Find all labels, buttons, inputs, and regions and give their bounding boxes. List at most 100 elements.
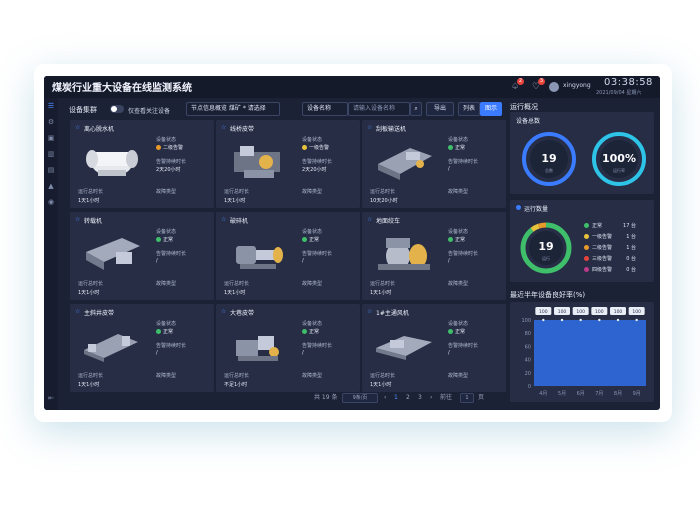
app-window: 煤炭行业重大设备在线监测系统 ♤ 2 ♡ 3 xingyong 03:38:58 2… bbox=[44, 76, 660, 410]
goto-input[interactable]: 1 bbox=[460, 393, 474, 403]
star-icon[interactable]: ☆ bbox=[367, 308, 372, 315]
device-card[interactable]: ☆ 大巷皮带 设备状态 正常 告警持续时长 / 运行总时长 不足1小时 故障类型 bbox=[216, 304, 360, 392]
legend-dot bbox=[584, 256, 589, 261]
device-card[interactable]: ☆ 转载机 设备状态 正常 告警持续时长 / 运行总时长 1天1小时 故障类型 bbox=[70, 212, 214, 300]
data-point bbox=[542, 318, 545, 322]
x-tick-label: 4月 bbox=[539, 391, 547, 397]
status-dot bbox=[156, 329, 161, 334]
run-time-value: 1天1小时 bbox=[78, 290, 100, 296]
legend-label: 正常 bbox=[592, 223, 603, 229]
status-value: 二级告警 bbox=[156, 144, 183, 151]
alarm-duration-value: 2天20小时 bbox=[156, 167, 181, 173]
status-value: 正常 bbox=[156, 236, 173, 243]
status-value: 正常 bbox=[302, 328, 319, 335]
layers-icon[interactable]: ☰ bbox=[47, 102, 55, 110]
star-icon[interactable]: ☆ bbox=[75, 216, 80, 223]
settings-icon[interactable]: ⚙ bbox=[47, 118, 55, 126]
bell-icon[interactable]: ♤ 2 bbox=[510, 78, 524, 93]
device-card[interactable]: ☆ 主斜井皮带 设备状态 正常 告警持续时长 / 运行总时长 1天1小时 故障类型 bbox=[70, 304, 214, 392]
warning-icon[interactable]: ▲ bbox=[47, 182, 55, 190]
star-icon[interactable]: ☆ bbox=[75, 124, 80, 131]
page-3[interactable]: 3 bbox=[418, 392, 422, 404]
alarm-duration-value: 2天20小时 bbox=[302, 167, 327, 173]
y-tick-label: 40 bbox=[525, 358, 531, 364]
username[interactable]: xingyong bbox=[563, 82, 591, 89]
view-list-button[interactable]: 列表 bbox=[458, 102, 480, 116]
run-time-label: 运行总时长 bbox=[224, 373, 250, 379]
chart-icon[interactable]: ▥ bbox=[47, 150, 55, 158]
star-icon[interactable]: ☆ bbox=[221, 308, 226, 315]
view-grid-button[interactable]: 图示 bbox=[480, 102, 502, 116]
fault-type-label: 故障类型 bbox=[156, 373, 177, 379]
run-time-value: 1天1小时 bbox=[370, 382, 392, 388]
device-card[interactable]: ☆ 破碎机 设备状态 正常 告警持续时长 / 运行总时长 1天1小时 故障类型 bbox=[216, 212, 360, 300]
status-label: 设备状态 bbox=[302, 137, 323, 143]
total-sub: 总数 bbox=[545, 168, 553, 173]
area-fill bbox=[534, 320, 646, 386]
alarm-icon[interactable]: ♡ 3 bbox=[531, 78, 545, 93]
field-select[interactable]: 设备名称 bbox=[302, 102, 348, 116]
device-card[interactable]: ☆ 地面绞车 设备状态 正常 告警持续时长 / 运行总时长 1天1小时 故障类型 bbox=[362, 212, 506, 300]
alarm-duration-label: 告警持续时长 bbox=[448, 343, 479, 349]
alarm-duration-value: / bbox=[448, 166, 450, 172]
search-input[interactable]: 请输入设备名称 bbox=[348, 102, 410, 116]
export-button[interactable]: 导出 bbox=[426, 102, 454, 116]
legend-count: 1 台 bbox=[626, 245, 636, 251]
status-value: 正常 bbox=[156, 328, 173, 335]
calendar-icon[interactable]: ▣ bbox=[47, 134, 55, 142]
device-image bbox=[78, 318, 146, 366]
x-tick-label: 8月 bbox=[614, 391, 622, 397]
prev-page-icon[interactable]: ‹ bbox=[384, 392, 386, 404]
cluster-label: 设备集群 bbox=[69, 106, 97, 114]
device-card[interactable]: ☆ 线桥皮带 设备状态 一级告警 告警持续时长 2天20小时 运行总时长 1天1小时 故障类型 bbox=[216, 120, 360, 208]
device-image bbox=[78, 134, 146, 182]
run-time-value: 10天20小时 bbox=[370, 198, 398, 204]
location-icon[interactable]: ◉ bbox=[47, 198, 55, 206]
run-count-title: 运行数量 bbox=[524, 206, 549, 213]
node-filter-select[interactable]: 节点信息概览 煤矿 * 请选择 bbox=[186, 102, 280, 116]
legend-count: 17 台 bbox=[623, 223, 636, 229]
report-icon[interactable]: ▤ bbox=[47, 166, 55, 174]
alarm-duration-value: / bbox=[448, 258, 450, 264]
run-time-value: 1天1小时 bbox=[224, 290, 246, 296]
device-card[interactable]: ☆ 1#主通风机 设备状态 正常 告警持续时长 / 运行总时长 1天1小时 故障类型 bbox=[362, 304, 506, 392]
page-2[interactable]: 2 bbox=[406, 392, 410, 404]
device-card[interactable]: ☆ 刮板输送机 设备状态 正常 告警持续时长 / 运行总时长 10天20小时 故障类型 bbox=[362, 120, 506, 208]
fault-type-label: 故障类型 bbox=[448, 281, 469, 287]
status-dot bbox=[302, 237, 307, 242]
next-page-icon[interactable]: › bbox=[430, 392, 432, 404]
run-time-label: 运行总时长 bbox=[224, 281, 250, 287]
alarm-duration-label: 告警持续时长 bbox=[156, 159, 187, 165]
status-label: 设备状态 bbox=[448, 137, 469, 143]
legend-item: 四级告警 0 台 bbox=[584, 266, 636, 273]
avatar[interactable] bbox=[549, 82, 559, 92]
star-icon[interactable]: ☆ bbox=[75, 308, 80, 315]
status-value: 一级告警 bbox=[302, 144, 329, 151]
device-name: 1#主通风机 bbox=[376, 310, 409, 317]
favorites-toggle[interactable] bbox=[110, 105, 124, 113]
legend-item: 一级告警 1 台 bbox=[584, 233, 636, 240]
legend-item: 正常 17 台 bbox=[584, 222, 636, 229]
run-time-value: 1天1小时 bbox=[370, 290, 392, 296]
star-icon[interactable]: ☆ bbox=[367, 216, 372, 223]
device-image bbox=[224, 318, 292, 366]
data-point bbox=[635, 318, 638, 322]
device-card[interactable]: ☆ 离心脱水机 设备状态 二级告警 告警持续时长 2天20小时 运行总时长 1天1小时 故障类型 bbox=[70, 120, 214, 208]
legend-item: 三级告警 0 台 bbox=[584, 255, 636, 262]
collapse-icon[interactable]: ⇤ bbox=[47, 394, 55, 402]
star-icon[interactable]: ☆ bbox=[221, 124, 226, 131]
fault-type-label: 故障类型 bbox=[302, 373, 323, 379]
alarm-duration-value: / bbox=[156, 258, 158, 264]
legend-dot bbox=[584, 234, 589, 239]
data-label: 100 bbox=[632, 309, 641, 315]
y-tick-label: 20 bbox=[525, 371, 531, 377]
status-value: 正常 bbox=[448, 144, 465, 151]
page-1[interactable]: 1 bbox=[394, 392, 398, 404]
star-icon[interactable]: ☆ bbox=[221, 216, 226, 223]
rate-value: 100% bbox=[602, 152, 636, 165]
device-name: 破碎机 bbox=[230, 218, 249, 225]
star-icon[interactable]: ☆ bbox=[367, 124, 372, 131]
page-size-select[interactable]: 9条/页 bbox=[342, 393, 378, 403]
status-dot bbox=[448, 329, 453, 334]
search-icon[interactable]: ⌕ bbox=[410, 102, 422, 116]
